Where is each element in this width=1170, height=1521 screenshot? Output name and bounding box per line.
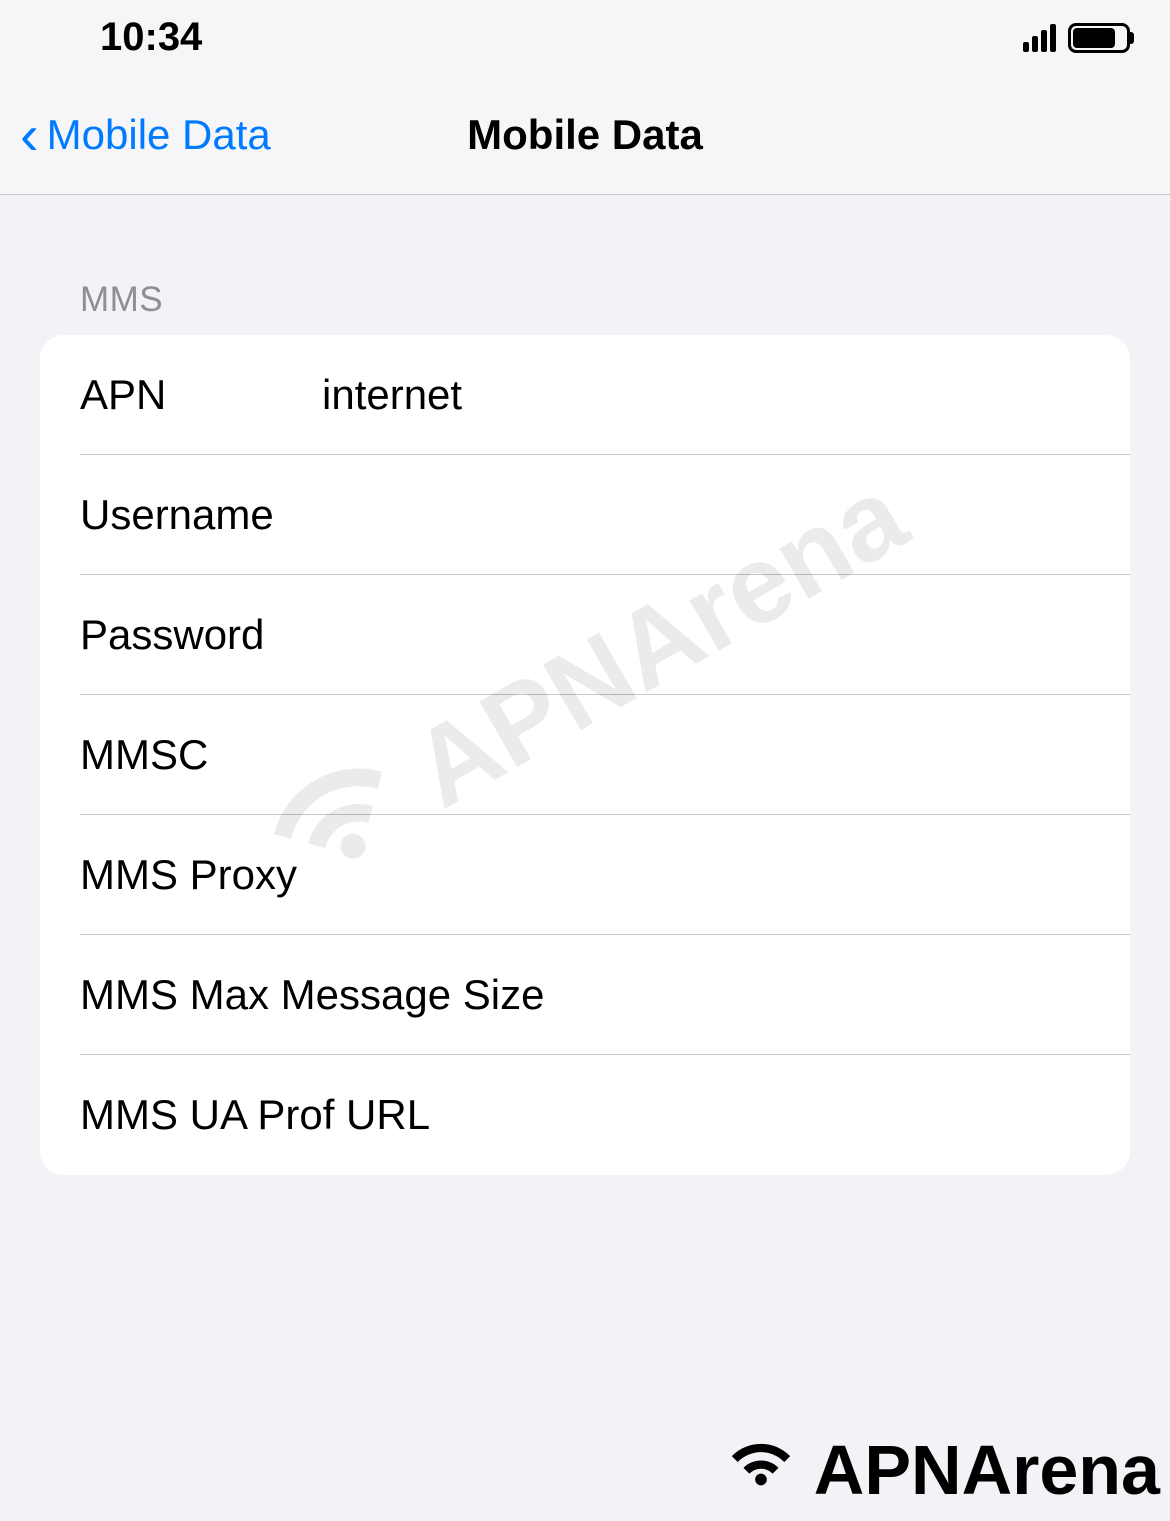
apn-input[interactable] (322, 371, 1090, 419)
navigation-bar: ‹ Mobile Data Mobile Data (0, 75, 1170, 195)
cellular-signal-icon (1023, 24, 1056, 52)
field-label-password: Password (80, 611, 322, 659)
footer-watermark-text: APNArena (814, 1430, 1160, 1510)
field-label-mms-ua-prof: MMS UA Prof URL (80, 1091, 430, 1139)
field-label-username: Username (80, 491, 322, 539)
section-header-mms: MMS (0, 195, 1170, 335)
username-input[interactable] (322, 491, 1090, 539)
row-mms-max-size[interactable]: MMS Max Message Size (40, 935, 1130, 1055)
chevron-left-icon: ‹ (20, 107, 39, 163)
row-apn[interactable]: APN (40, 335, 1130, 455)
wifi-icon (716, 1427, 806, 1513)
mms-proxy-input[interactable] (297, 851, 1090, 899)
footer-watermark: APNArena (716, 1427, 1160, 1513)
back-button-label: Mobile Data (47, 111, 271, 159)
row-username[interactable]: Username (40, 455, 1130, 575)
mms-max-size-input[interactable] (544, 971, 1090, 1019)
row-mms-proxy[interactable]: MMS Proxy (40, 815, 1130, 935)
field-label-mms-max-size: MMS Max Message Size (80, 971, 544, 1019)
settings-group-mms: APN Username Password MMSC MMS Proxy MMS… (40, 335, 1130, 1175)
password-input[interactable] (322, 611, 1090, 659)
field-label-apn: APN (80, 371, 322, 419)
mms-ua-prof-input[interactable] (430, 1091, 1090, 1139)
battery-icon (1068, 23, 1130, 53)
status-bar: 10:34 (0, 0, 1170, 75)
row-mms-ua-prof[interactable]: MMS UA Prof URL (40, 1055, 1130, 1175)
row-mmsc[interactable]: MMSC (40, 695, 1130, 815)
status-time: 10:34 (100, 15, 202, 60)
status-indicators (1023, 23, 1130, 53)
field-label-mmsc: MMSC (80, 731, 322, 779)
page-title: Mobile Data (467, 111, 703, 159)
field-label-mms-proxy: MMS Proxy (80, 851, 297, 899)
back-button[interactable]: ‹ Mobile Data (0, 107, 271, 163)
mmsc-input[interactable] (322, 731, 1090, 779)
row-password[interactable]: Password (40, 575, 1130, 695)
